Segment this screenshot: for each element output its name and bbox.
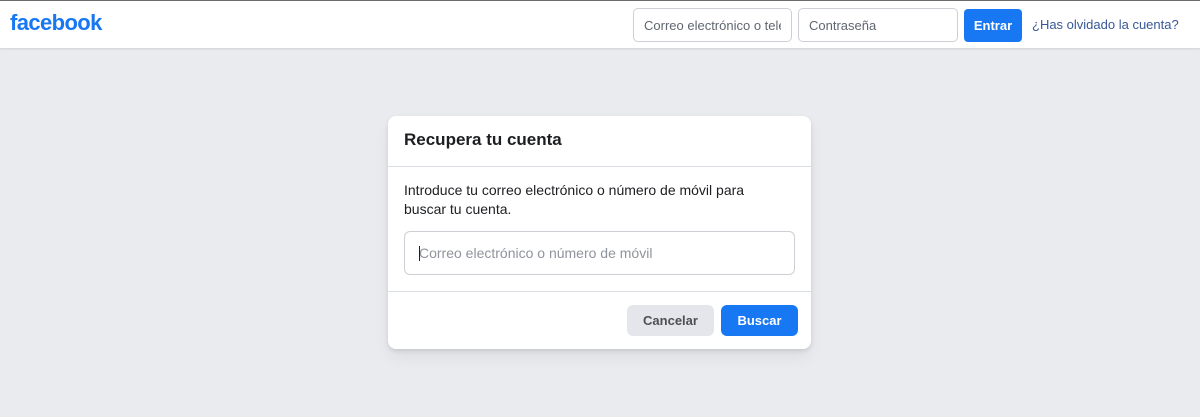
recover-account-card: Recupera tu cuenta Introduce tu correo e… bbox=[388, 116, 811, 349]
recover-email-input[interactable] bbox=[404, 231, 795, 275]
login-email-input[interactable] bbox=[633, 8, 792, 42]
facebook-logo[interactable]: facebook bbox=[10, 10, 102, 36]
card-description: Introduce tu correo electrónico o número… bbox=[404, 182, 745, 217]
divider bbox=[388, 166, 811, 167]
card-title: Recupera tu cuenta bbox=[404, 130, 562, 149]
login-button[interactable]: Entrar bbox=[964, 9, 1022, 42]
top-bar: facebook Entrar ¿Has olvidado la cuenta? bbox=[0, 0, 1200, 48]
divider bbox=[388, 291, 811, 292]
login-password-input[interactable] bbox=[798, 8, 958, 42]
text-caret bbox=[419, 246, 420, 261]
search-button[interactable]: Buscar bbox=[721, 305, 798, 336]
cancel-button[interactable]: Cancelar bbox=[627, 305, 714, 336]
forgot-account-link[interactable]: ¿Has olvidado la cuenta? bbox=[1032, 17, 1179, 32]
